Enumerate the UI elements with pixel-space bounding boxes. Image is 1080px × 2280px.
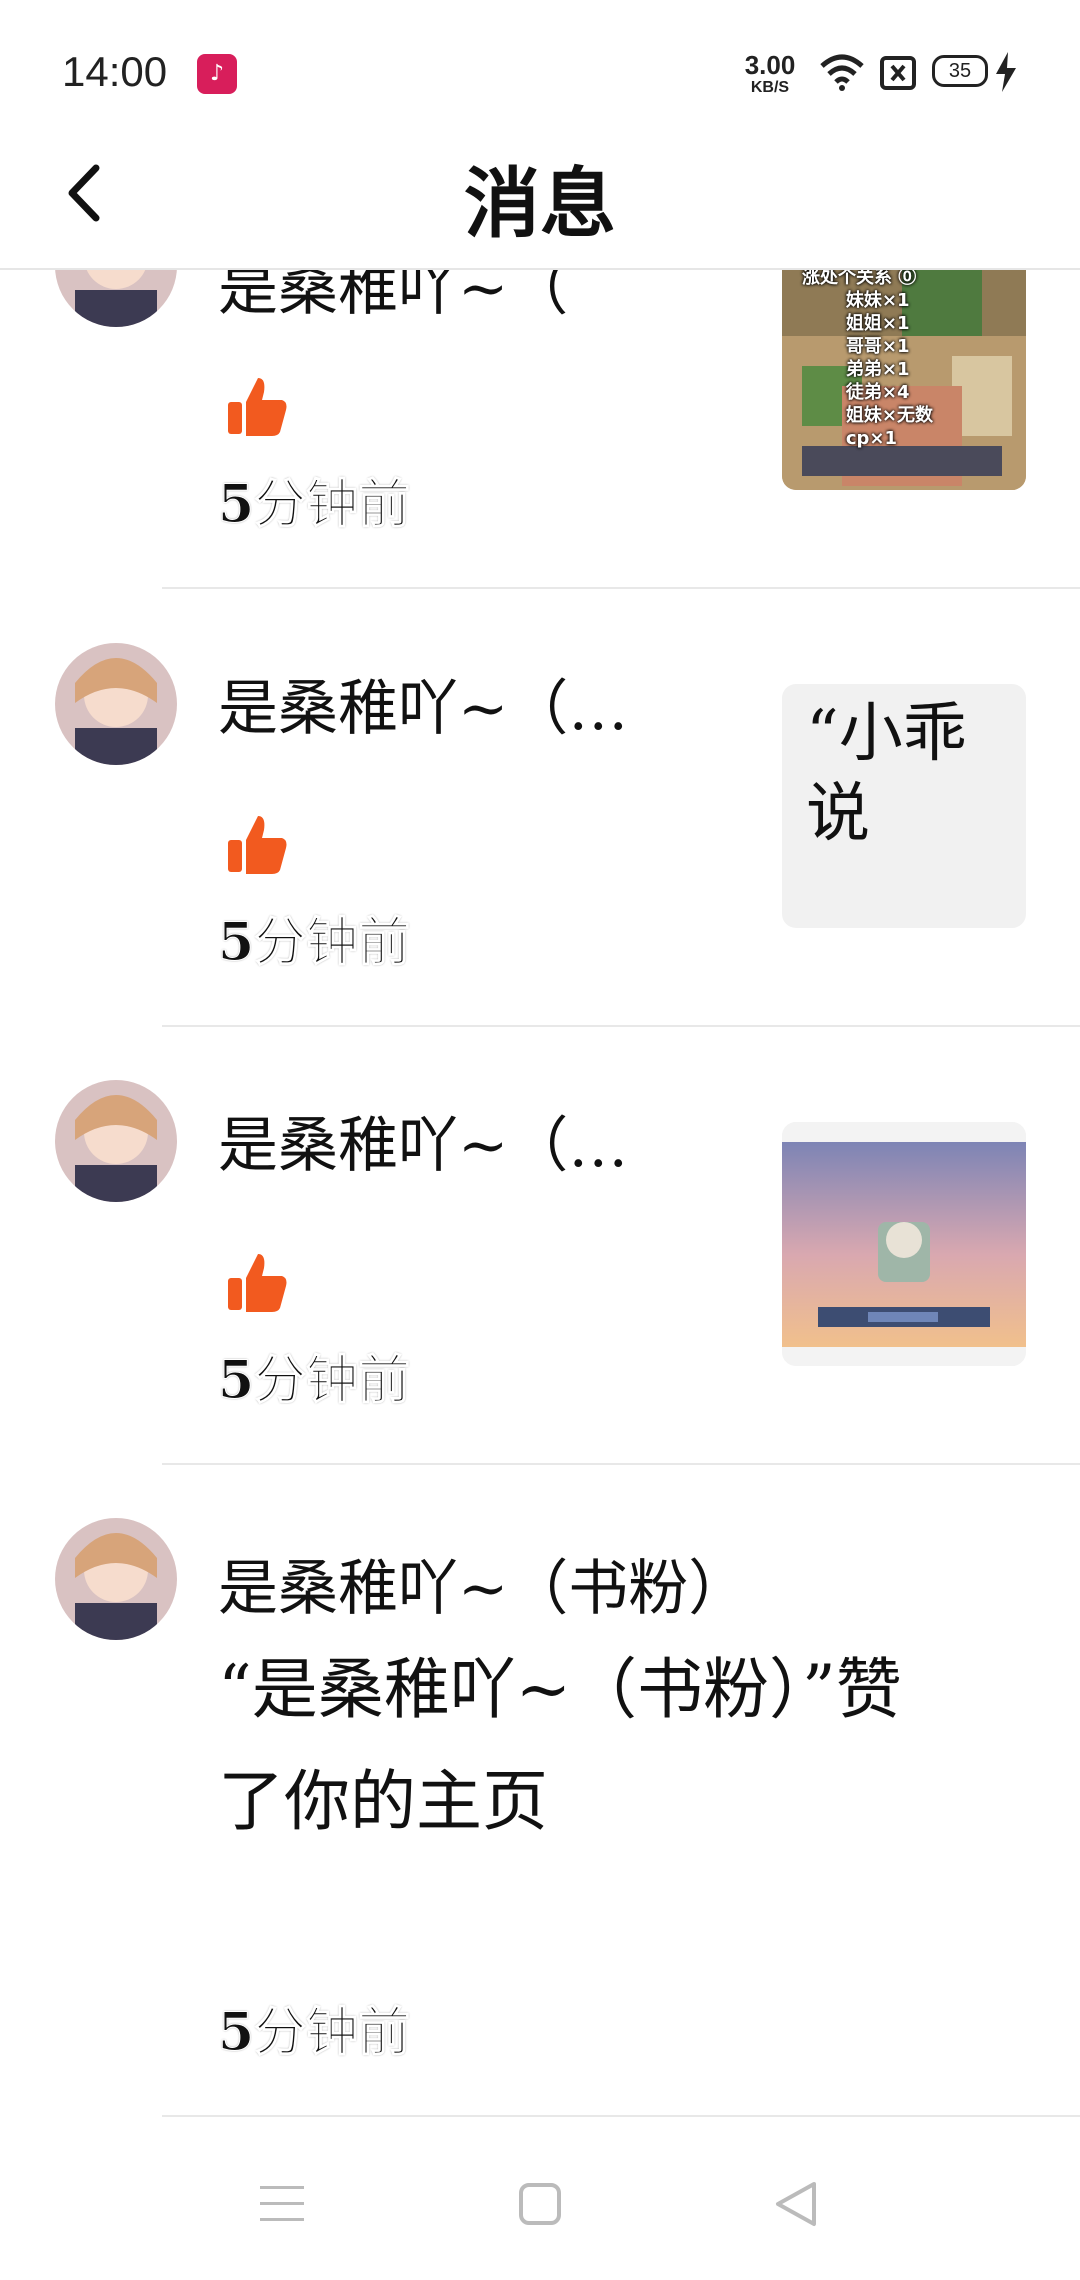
system-back-button[interactable] (772, 2180, 820, 2232)
game-scene-image (782, 1122, 1026, 1366)
timestamp: 5分钟前 (217, 474, 411, 536)
status-bar: 14:00 ♪ 3.00 KB/S 35 (0, 0, 1080, 120)
avatar[interactable] (55, 1080, 177, 1202)
thumbnail-overlay-text: 涨处个关系 ⓪ 妹妹×1 姐姐×1 哥哥×1 弟弟×1 徒弟×4 姐妹×无数 c… (802, 267, 933, 449)
thumbs-up-icon (226, 374, 290, 438)
network-speed-value: 3.00 (744, 50, 796, 80)
wifi-icon (818, 52, 866, 96)
tiktok-notification-icon: ♪ (197, 54, 237, 94)
recent-apps-button[interactable] (258, 2182, 306, 2230)
battery-icon: 35 (932, 55, 988, 87)
sender-name: 是桑稚吖~（… (218, 1111, 629, 1181)
thumbnail-text: “小乖说 (806, 697, 967, 851)
home-button[interactable] (518, 2182, 562, 2230)
clock: 14:00 (62, 48, 168, 95)
thumbs-up-icon (226, 812, 290, 876)
avatar[interactable] (55, 1518, 177, 1640)
network-speed: 3.00 KB/S (740, 52, 800, 96)
divider (162, 1463, 1080, 1465)
menu-icon (260, 2186, 304, 2221)
sender-name: 是桑稚吖~（… (218, 674, 629, 744)
network-speed-unit: KB/S (750, 79, 790, 96)
notification-list[interactable]: 是桑稚吖~（ 5分钟前 涨处个关系 ⓪ 妹妹×1 姐姐×1 哥哥×1 弟弟×1 … (0, 0, 1080, 2130)
timestamp: 5分钟前 (217, 1350, 411, 1412)
page-title: 消息 (464, 159, 616, 248)
post-thumbnail[interactable] (782, 1122, 1026, 1366)
avatar[interactable] (55, 643, 177, 765)
post-thumbnail[interactable]: 涨处个关系 ⓪ 妹妹×1 姐姐×1 哥哥×1 弟弟×1 徒弟×4 姐妹×无数 c… (782, 246, 1026, 490)
divider (162, 587, 1080, 589)
system-navigation-bar (0, 2130, 1080, 2280)
notification-message: “是桑稚吖~（书粉）”赞了你的主页 (218, 1651, 902, 1840)
timestamp: 5分钟前 (217, 912, 411, 974)
no-sim-icon (880, 56, 916, 94)
divider (162, 2115, 1080, 2117)
sender-name: 是桑稚吖~（书粉） (218, 1554, 749, 1624)
post-thumbnail[interactable]: “小乖说 (782, 684, 1026, 928)
square-icon (519, 2183, 561, 2225)
charging-icon (994, 52, 1018, 96)
thumbs-up-icon (226, 1250, 290, 1314)
divider (162, 1025, 1080, 1027)
triangle-back-icon (776, 2182, 816, 2226)
timestamp: 5分钟前 (217, 2002, 411, 2064)
header: 消息 (0, 120, 1080, 270)
